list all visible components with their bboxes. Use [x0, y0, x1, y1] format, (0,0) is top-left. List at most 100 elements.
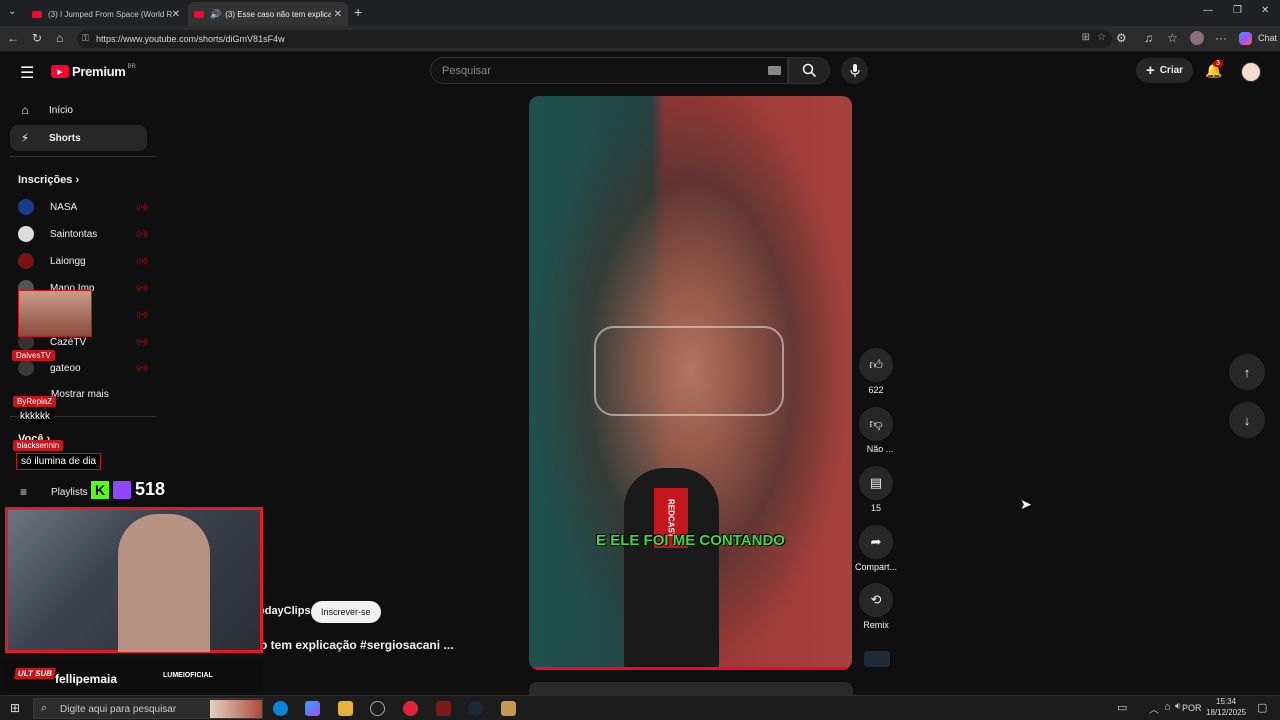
network-icon[interactable]: ⌂	[1164, 701, 1171, 713]
copilot-app-icon[interactable]	[305, 701, 320, 716]
next-short-button[interactable]: ↓	[1229, 402, 1265, 438]
share-button[interactable]: ➦	[859, 525, 893, 559]
back-icon[interactable]: ←	[7, 31, 19, 45]
new-tab-icon[interactable]: +	[354, 4, 362, 20]
clock-date[interactable]: 18/12/2025	[1206, 708, 1246, 717]
profile-avatar[interactable]	[1190, 31, 1204, 45]
video-title[interactable]: o tem explicação #sergiosacani ...	[260, 638, 453, 652]
divider	[10, 156, 156, 157]
viewer-counter: K 518	[91, 479, 165, 500]
subscription-saintontas[interactable]: Saintontas ((•))	[18, 224, 148, 244]
sidebar-item-home[interactable]: ⌂ Início	[10, 97, 147, 123]
clock-time[interactable]: 15:34	[1216, 697, 1236, 706]
plus-icon: +	[1145, 62, 1155, 79]
remix-button[interactable]: ⟲	[859, 583, 893, 617]
subscription-laiongg[interactable]: Laiongg ((•))	[18, 251, 148, 271]
tray-chevron-up-icon[interactable]: ︿	[1149, 701, 1159, 716]
keyboard-layout-icon[interactable]: ▭	[1117, 701, 1127, 714]
account-avatar[interactable]	[1241, 62, 1261, 82]
subscriptions-heading[interactable]: Inscrições ›	[18, 174, 79, 186]
more-icon[interactable]: ···	[1215, 31, 1227, 45]
shorts-icon: ⚡	[20, 131, 30, 145]
edge-icon[interactable]	[273, 701, 288, 716]
chat-message: kkkkkk	[16, 409, 54, 424]
collections-icon[interactable]: ♫	[1144, 31, 1153, 45]
subscription-gateoo[interactable]: gateoo ((•))	[18, 358, 148, 378]
create-button[interactable]: + Criar	[1136, 58, 1193, 83]
subscriptions-title: Inscrições	[18, 174, 73, 186]
comments-button[interactable]: ▤	[859, 466, 893, 500]
favorites-icon[interactable]: ☆	[1167, 31, 1178, 45]
favorite-star-icon[interactable]: ☆	[1097, 32, 1106, 43]
like-button[interactable]: 👍︎	[859, 348, 893, 382]
address-bar: ← ↻ ⌂ ⚿ https://www.youtube.com/shorts/d…	[0, 26, 1280, 52]
microphone-icon	[849, 63, 860, 77]
chat-username: ByRepiaZ	[13, 396, 57, 407]
tab-list-icon[interactable]: ⌄	[8, 6, 16, 17]
search-button[interactable]	[788, 57, 830, 84]
copilot-icon[interactable]	[1239, 32, 1252, 45]
home-icon[interactable]: ⌂	[56, 31, 63, 45]
subscription-nasa[interactable]: NASA ((•))	[18, 197, 148, 217]
media-player-icon[interactable]	[403, 701, 418, 716]
taskbar-search[interactable]: ⌕ Digite aqui para pesquisar	[33, 698, 263, 719]
chat-username: blacksennin	[13, 440, 64, 451]
menu-icon[interactable]: ☰	[20, 63, 34, 83]
volume-icon[interactable]: 🔉︎	[1175, 701, 1181, 712]
short-video-player[interactable]: REDCAST E ELE FOI ME CONTANDO	[529, 96, 852, 670]
maximize-icon[interactable]: ❐	[1233, 5, 1242, 16]
tab-1[interactable]: (3) I Jumped From Space (World R ✕	[26, 2, 186, 26]
url-field[interactable]: ⚿ https://www.youtube.com/shorts/diGmV81…	[77, 30, 1112, 48]
channel-name: NASA	[50, 201, 78, 213]
close-tab-icon[interactable]: ✕	[334, 9, 342, 20]
extensions-icon[interactable]: ⚙	[1116, 31, 1127, 45]
webcam-feed	[5, 507, 263, 653]
reload-icon[interactable]: ↻	[32, 31, 42, 45]
site-info-icon[interactable]: ⚿	[82, 33, 89, 44]
sidebar-item-playlists[interactable]: Playlists	[51, 487, 88, 498]
notification-badge: 3	[1213, 60, 1223, 67]
subscribe-button[interactable]: Inscrever-se	[311, 601, 381, 623]
sidebar-label: Shorts	[49, 132, 81, 144]
premium-logo-text: Premium	[72, 64, 126, 79]
tab-2-active[interactable]: 🔊 (3) Esse caso não tem explicaç ✕	[188, 2, 348, 26]
streamer-silhouette	[118, 514, 210, 652]
share-icon: ➦	[870, 534, 882, 549]
close-window-icon[interactable]: ✕	[1261, 5, 1269, 16]
sidebar-label: Início	[49, 104, 73, 116]
taskbar-search-placeholder: Digite aqui para pesquisar	[60, 704, 177, 715]
chat-button[interactable]: Chat	[1258, 33, 1277, 43]
search-icon	[802, 63, 816, 78]
next-short-preview[interactable]	[529, 682, 853, 695]
speaker-icon[interactable]: 🔊	[210, 9, 221, 20]
search-input[interactable]: Pesquisar	[430, 57, 788, 84]
notification-center-icon[interactable]: ▢	[1257, 701, 1267, 714]
minimize-icon[interactable]: —	[1203, 5, 1213, 16]
keyboard-icon[interactable]	[768, 66, 781, 75]
app-available-icon[interactable]: ⊞	[1082, 32, 1090, 43]
live-indicator-icon: ((•))	[136, 364, 148, 372]
windows-start-icon[interactable]: ⊞	[10, 701, 20, 715]
remix-label: Remix	[863, 620, 889, 630]
language-indicator[interactable]: POR	[1182, 703, 1202, 713]
voice-search-button[interactable]	[841, 57, 868, 84]
previous-short-button[interactable]: ↑	[1229, 354, 1265, 390]
arrow-down-icon: ↓	[1243, 412, 1251, 428]
sidebar-item-shorts[interactable]: ⚡ Shorts	[10, 125, 147, 151]
app-icon[interactable]	[501, 701, 516, 716]
sound-thumbnail[interactable]	[864, 651, 890, 667]
steam-icon[interactable]	[468, 701, 483, 716]
close-tab-icon[interactable]: ✕	[172, 9, 180, 20]
dislike-button[interactable]: 👎︎	[859, 407, 893, 441]
youtube-logo[interactable]: ▶ Premium BR	[51, 64, 136, 79]
twitch-logo-icon	[113, 480, 131, 499]
file-explorer-icon[interactable]	[338, 701, 353, 716]
obs-icon[interactable]	[370, 701, 385, 716]
video-progress-bar[interactable]	[534, 667, 847, 670]
comment-icon: ▤	[869, 475, 883, 490]
windows-taskbar: ⊞ ⌕ Digite aqui para pesquisar ▭ ︿ ⌂ 🔉︎ …	[0, 695, 1280, 720]
channel-name[interactable]: odayClips	[258, 605, 311, 617]
tab-title: (3) I Jumped From Space (World R	[47, 9, 172, 19]
show-more-link[interactable]: Mostrar mais	[51, 389, 109, 400]
game-app-icon[interactable]	[436, 701, 451, 716]
